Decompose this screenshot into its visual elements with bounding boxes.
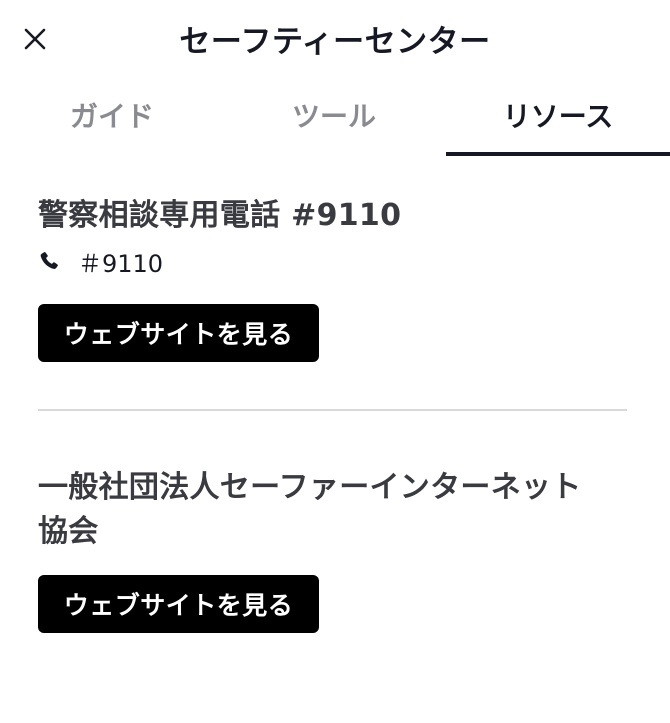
resource-title-line-2: 協会 <box>38 514 99 549</box>
phone-icon <box>40 252 58 269</box>
resource-safer-internet-association: 一般社団法人セーファーインターネット 協会 <box>38 466 628 554</box>
header: セーフティーセンター <box>0 0 670 78</box>
tab-tools[interactable]: ツール <box>222 88 446 146</box>
phone-number: ＃9110 <box>78 249 164 278</box>
tab-bar: ガイド ツール リソース <box>0 88 670 158</box>
resource-police-consultation: 警察相談専用電話 #9110 ＃9110 <box>38 194 628 278</box>
visit-website-button[interactable]: ウェブサイトを見る <box>38 575 319 633</box>
divider <box>38 409 627 411</box>
visit-website-button[interactable]: ウェブサイトを見る <box>38 304 319 362</box>
tab-resources[interactable]: リソース <box>446 88 670 146</box>
resource-title: 警察相談専用電話 #9110 <box>38 198 402 233</box>
tab-guide[interactable]: ガイド <box>0 88 224 146</box>
active-tab-indicator <box>446 152 670 156</box>
resource-title-line-1: 一般社団法人セーファーインターネット <box>38 470 582 505</box>
phone-row[interactable]: ＃9110 <box>38 244 628 278</box>
page-title: セーフティーセンター <box>179 24 491 60</box>
